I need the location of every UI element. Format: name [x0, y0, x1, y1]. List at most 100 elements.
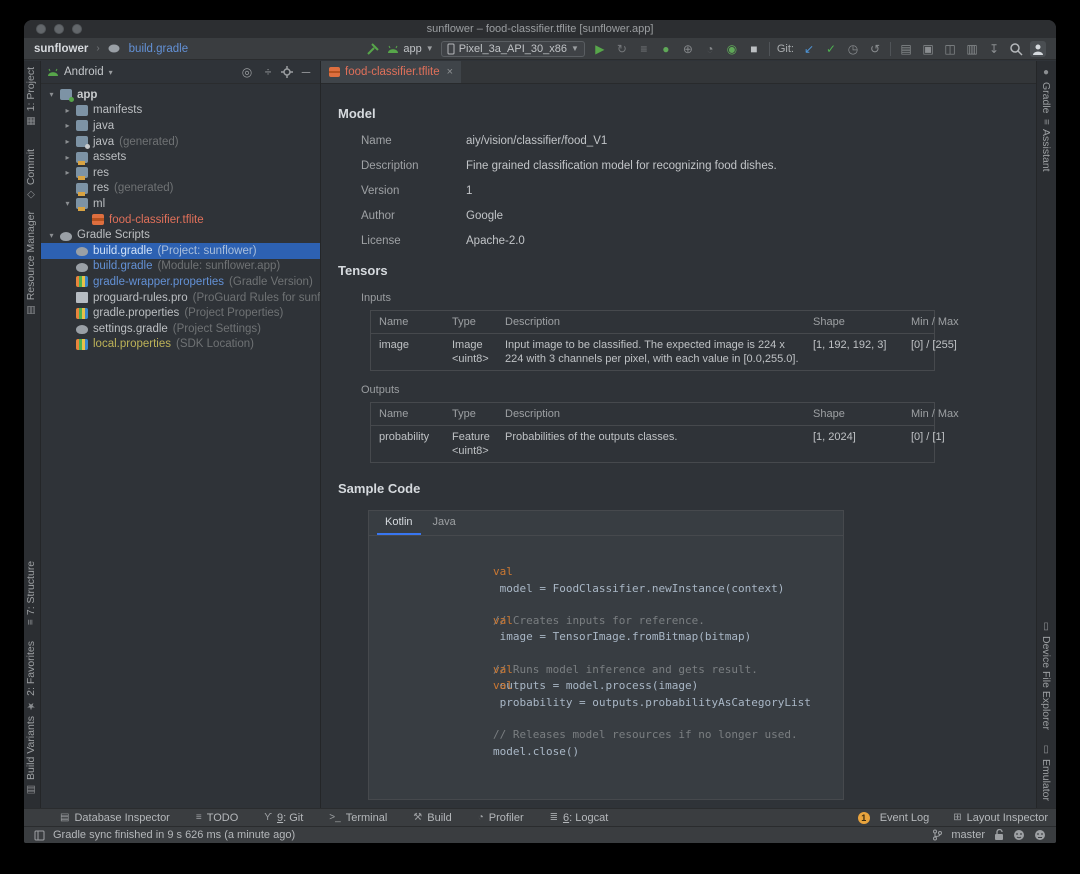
tool-button-device-file-explorer[interactable]: ▯ Device File Explorer [1040, 621, 1052, 730]
tree-item[interactable]: ▸res [41, 165, 320, 181]
tool-window-button[interactable]: ≡ TODO [196, 812, 238, 824]
tree-item[interactable]: res(generated) [41, 181, 320, 197]
toolbar-icon[interactable]: ◫ [942, 42, 958, 56]
editor-tab-food-classifier[interactable]: food-classifier.tflite × [321, 61, 461, 83]
toolbar-icon[interactable]: ✓ [823, 42, 839, 56]
tree-item[interactable]: gradle-wrapper.properties(Gradle Version… [41, 274, 320, 290]
cell-name: probability [379, 430, 444, 458]
run-configuration-label: app [403, 43, 421, 55]
git-branch-name[interactable]: master [951, 829, 985, 841]
code-keyword: val [493, 679, 513, 692]
code-line: val model = FoodClassifier.newInstance(c… [387, 548, 843, 564]
tree-arrow[interactable]: ▸ [61, 137, 74, 146]
tool-button-favorites[interactable]: ★ 2: Favorites [25, 641, 37, 711]
hide-panel-icon[interactable]: ─ [298, 65, 314, 79]
toolbar-icon[interactable]: ▤ [898, 42, 914, 56]
tree-arrow[interactable]: ▾ [61, 199, 74, 208]
highlighting-smiley-icon[interactable] [1013, 829, 1025, 841]
tool-window-button[interactable]: 1 Event Log [858, 812, 930, 824]
code-lang-tab[interactable]: Kotlin [377, 511, 421, 535]
titlebar: sunflower – food-classifier.tflite [sunf… [24, 20, 1056, 38]
toolbar-icon[interactable]: ◷ [845, 42, 861, 56]
toolbar-icon[interactable]: ◉ [724, 42, 740, 56]
settings-gear-icon[interactable] [281, 66, 293, 78]
col-header-minmax: Min / Max [911, 315, 976, 329]
tree-item-label: food-classifier.tflite [109, 214, 204, 226]
search-icon[interactable] [1009, 42, 1023, 56]
tree-arrow[interactable]: ▾ [45, 231, 58, 240]
tool-button-project[interactable]: ▦ 1: Project [25, 67, 37, 126]
toolbar-icon[interactable]: ↻ [614, 42, 630, 56]
tree-item[interactable]: build.gradle(Project: sunflower) [41, 243, 320, 259]
cell-description: Probabilities of the outputs classes. [505, 430, 805, 458]
locate-file-icon[interactable]: ◎ [239, 65, 255, 79]
project-view-selector[interactable]: Android [64, 66, 104, 78]
feedback-smiley-icon[interactable] [1034, 829, 1046, 841]
build-variants-icon: ▤ [26, 784, 37, 795]
tool-button-emulator[interactable]: ▯ Emulator [1040, 744, 1052, 801]
tool-window-buttons-right: 1 Event Log ⊞ Layout Inspector [858, 812, 1048, 824]
device-file-explorer-icon: ▯ [1041, 621, 1052, 632]
tool-window-switcher-icon[interactable] [34, 830, 45, 841]
tree-item[interactable]: local.properties(SDK Location) [41, 337, 320, 353]
code-lang-tab[interactable]: Java [425, 511, 464, 535]
tree-arrow[interactable]: ▸ [61, 168, 74, 177]
toolbar-icon[interactable]: ↧ [986, 42, 1002, 56]
toolbar-icon[interactable]: ▣ [920, 42, 936, 56]
tool-button-label: Commit [25, 149, 37, 185]
tree-item[interactable]: ▸assets [41, 149, 320, 165]
tool-button-gradle[interactable]: ● Gradle [1040, 67, 1052, 114]
outputs-caption: Outputs [361, 384, 1036, 396]
tree-arrow[interactable]: ▾ [45, 90, 58, 99]
avatar[interactable] [1030, 41, 1046, 57]
toolbar-icon[interactable]: ↺ [867, 42, 883, 56]
tool-window-button[interactable]: ⊞ Layout Inspector [953, 812, 1048, 824]
toolbar-icon[interactable]: ⊕ [680, 42, 696, 56]
tree-arrow[interactable]: ▸ [61, 121, 74, 130]
unlock-icon[interactable] [994, 829, 1004, 841]
tree-item[interactable]: build.gradle(Module: sunflower.app) [41, 259, 320, 275]
tree-item[interactable]: ▾ml [41, 196, 320, 212]
toolbar-icon[interactable]: ■ [746, 42, 762, 56]
tool-button-resource-manager[interactable]: ▥ Resource Manager [25, 211, 37, 315]
tool-button-build-variants[interactable]: ▤ Build Variants [25, 716, 37, 795]
tool-window-button[interactable]: >_ Terminal [329, 812, 387, 824]
tool-window-button[interactable]: ◔ Profiler [478, 812, 524, 824]
tree-item[interactable]: ▾app [41, 87, 320, 103]
device-select[interactable]: Pixel_3a_API_30_x86 ▼ [441, 41, 585, 57]
tree-item[interactable]: ▾Gradle Scripts [41, 227, 320, 243]
collapse-all-icon[interactable]: ÷ [260, 65, 276, 79]
breadcrumb-project[interactable]: sunflower [34, 43, 88, 55]
tree-item[interactable]: settings.gradle(Project Settings) [41, 321, 320, 337]
right-tool-stripe: ● Gradle ≡ Assistant ▯ Device File Explo… [1036, 61, 1056, 808]
tree-item[interactable]: proguard-rules.pro(ProGuard Rules for su… [41, 290, 320, 306]
breadcrumb-file[interactable]: build.gradle [129, 43, 188, 55]
folder-app-icon [60, 89, 72, 100]
tool-window-button[interactable]: ▤ Database Inspector [60, 812, 170, 824]
toolbar-icon[interactable]: ≡ [636, 42, 652, 56]
build-hammer-icon[interactable] [366, 42, 380, 56]
tool-button-assistant[interactable]: ≡ Assistant [1040, 119, 1052, 171]
tree-item[interactable]: ▸java [41, 118, 320, 134]
tool-button-commit[interactable]: ◇ Commit [25, 149, 37, 200]
tree-item[interactable]: ▸manifests [41, 103, 320, 119]
toolbar-icon[interactable]: ◔ [702, 42, 718, 56]
tool-button-structure[interactable]: ≡ 7: Structure [25, 561, 37, 625]
toolbar-icon[interactable]: ▶ [592, 42, 608, 56]
tool-window-button[interactable]: ϒ 9: Git [264, 812, 303, 824]
tree-item[interactable]: ▸java(generated) [41, 134, 320, 150]
tree-item[interactable]: food-classifier.tflite [41, 212, 320, 228]
tool-window-button[interactable]: ≣ 6: Logcat [550, 812, 609, 824]
run-configuration-select[interactable]: app ▼ [387, 43, 433, 55]
toolbar-icon[interactable]: ↙ [801, 42, 817, 56]
file-icon [76, 292, 88, 303]
tree-item-suffix: (Project Properties) [184, 307, 283, 319]
tool-window-icon: ϒ [264, 812, 272, 823]
close-tab-icon[interactable]: × [447, 66, 453, 78]
tree-arrow[interactable]: ▸ [61, 153, 74, 162]
tree-item[interactable]: gradle.properties(Project Properties) [41, 305, 320, 321]
tool-window-button[interactable]: ⚒ Build [413, 812, 451, 824]
toolbar-icon[interactable]: ▥ [964, 42, 980, 56]
toolbar-icon[interactable]: ● [658, 42, 674, 56]
tree-arrow[interactable]: ▸ [61, 106, 74, 115]
